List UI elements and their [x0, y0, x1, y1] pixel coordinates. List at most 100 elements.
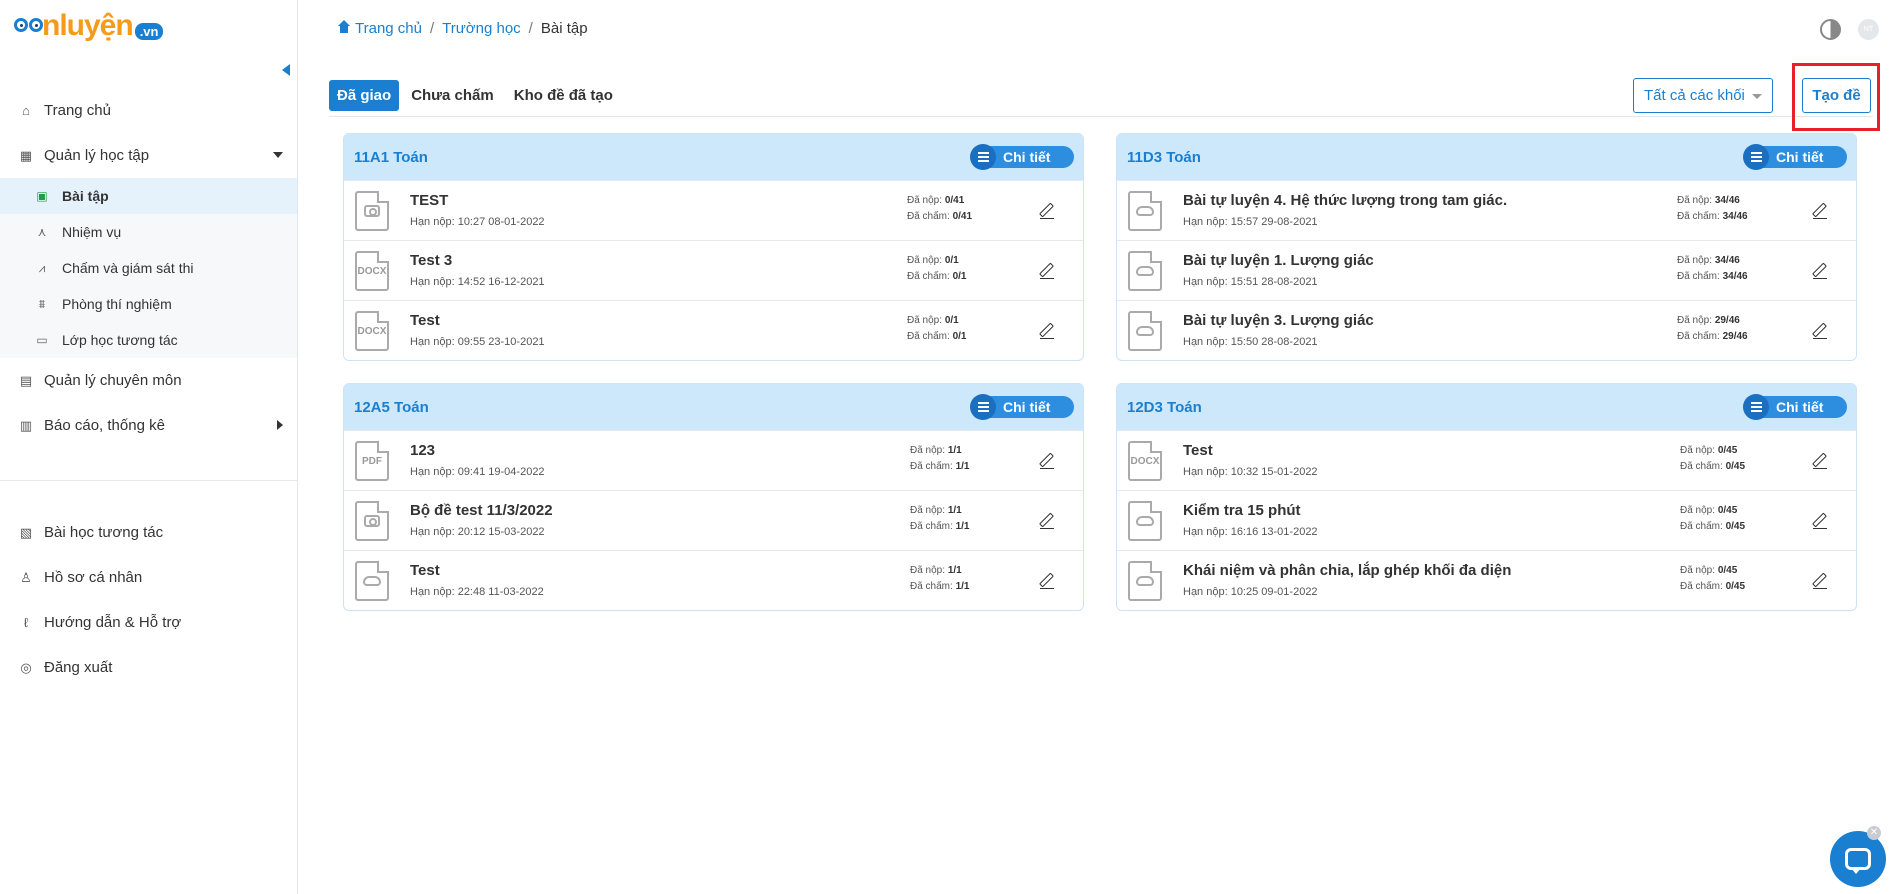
- assignment-title[interactable]: Test: [1183, 442, 1213, 459]
- owl-logo-icon: [12, 11, 46, 41]
- edit-icon[interactable]: [1040, 573, 1054, 589]
- sidebar-item-label: Bài học tương tác: [44, 524, 164, 541]
- class-name[interactable]: 12A5 Toán: [354, 399, 429, 416]
- assignment-row[interactable]: Bài tự luyện 1. Lượng giác Hạn nộp: 15:51…: [1117, 240, 1856, 300]
- assignment-row[interactable]: DOCX Test 3 Hạn nộp: 14:52 16-12-2021 Đã nộ…: [344, 240, 1083, 300]
- grade-select[interactable]: Tất cả các khối: [1633, 78, 1773, 113]
- sidebar-item-help[interactable]: ℓ Hướng dẫn & Hỗ trợ: [0, 600, 297, 645]
- submitted-count: 1/1: [947, 565, 962, 576]
- assignment-title[interactable]: 123: [410, 442, 435, 459]
- tab-ungraded[interactable]: Chưa chấm: [403, 80, 502, 111]
- assignment-row[interactable]: Bài tự luyện 3. Lượng giác Hạn nộp: 15:50…: [1117, 300, 1856, 360]
- avatar[interactable]: NT: [1858, 19, 1879, 40]
- sidebar-item-label: Chấm và giám sát thi: [62, 260, 194, 276]
- chat-close-icon[interactable]: ✕: [1867, 826, 1881, 840]
- thermometer-icon: ℓ: [23, 615, 29, 630]
- assignment-due-date: Hạn nộp: 20:12 15-03-2022: [410, 526, 545, 538]
- edit-icon[interactable]: [1040, 453, 1054, 469]
- sidebar-item-interactive-class[interactable]: ▭ Lớp học tương tác: [0, 322, 297, 358]
- edit-icon[interactable]: [1813, 203, 1827, 219]
- sidebar-item-tasks[interactable]: ⋏ Nhiệm vụ: [0, 214, 297, 250]
- sidebar-item-professional-management[interactable]: ▤ Quản lý chuyên môn: [0, 358, 297, 403]
- assignment-title[interactable]: Kiểm tra 15 phút: [1183, 502, 1301, 519]
- user-icon: ♙: [20, 569, 32, 585]
- graded-count: 0/1: [952, 331, 967, 342]
- collapse-sidebar-icon[interactable]: [282, 64, 290, 76]
- tab-created-bank[interactable]: Kho đề đã tạo: [506, 80, 621, 111]
- lab-icon: ⩩: [38, 296, 46, 311]
- assignment-row[interactable]: DOCX Test Hạn nộp: 09:55 23-10-2021 Đã nộp:…: [344, 300, 1083, 360]
- interactive-class-icon: ▭: [36, 333, 48, 347]
- sidebar-item-profile[interactable]: ♙ Hồ sơ cá nhân: [0, 555, 297, 600]
- sidebar-item-interactive-lessons[interactable]: ▧ Bài học tương tác: [0, 510, 297, 555]
- assignment-due-date: Hạn nộp: 14:52 16-12-2021: [410, 276, 545, 288]
- assignment-row[interactable]: PDF 123 Hạn nộp: 09:41 19-04-2022 Đã nộp: 1…: [344, 430, 1083, 490]
- sidebar-item-home[interactable]: ⌂ Trang chủ: [0, 88, 297, 133]
- breadcrumb-school[interactable]: Trường học: [442, 20, 521, 37]
- sidebar-item-label: Phòng thí nghiệm: [62, 296, 172, 312]
- contrast-toggle-icon[interactable]: [1820, 19, 1841, 40]
- submission-stats: Đã nộp: 29/46 Đã chấm: 29/46: [1677, 315, 1748, 342]
- assignment-row[interactable]: Test Hạn nộp: 22:48 11-03-2022 Đã nộp: 1/1…: [344, 550, 1083, 610]
- submitted-count: 0/45: [1717, 445, 1738, 456]
- class-card: 12D3 Toán Chi tiết DOCX Test Hạn nộp: 10:32 …: [1116, 383, 1857, 611]
- assignment-row[interactable]: DOCX Test Hạn nộp: 10:32 15-01-2022 Đã nộp:…: [1117, 430, 1856, 490]
- assignment-row[interactable]: Kiểm tra 15 phút Hạn nộp: 16:16 13-01-202…: [1117, 490, 1856, 550]
- edit-icon[interactable]: [1040, 513, 1054, 529]
- detail-button[interactable]: Chi tiết: [1743, 394, 1847, 420]
- assignment-title[interactable]: Bài tự luyện 3. Lượng giác: [1183, 312, 1374, 329]
- assignment-row[interactable]: TEST Hạn nộp: 10:27 08-01-2022 Đã nộp: 0/4…: [344, 180, 1083, 240]
- assignment-title[interactable]: TEST: [410, 192, 448, 209]
- breadcrumb-separator: /: [429, 20, 435, 37]
- submission-stats: Đã nộp: 0/1 Đã chấm: 0/1: [907, 255, 967, 282]
- sidebar-nav: ⌂ Trang chủ ▦ Quản lý học tập ▣ Bài tập …: [0, 88, 297, 448]
- edit-icon[interactable]: [1813, 513, 1827, 529]
- grading-icon: ⩘: [38, 260, 46, 275]
- chat-button[interactable]: [1830, 831, 1886, 887]
- assignment-title[interactable]: Bộ đề test 11/3/2022: [410, 502, 553, 519]
- assignment-row[interactable]: Bộ đề test 11/3/2022 Hạn nộp: 20:12 15-03…: [344, 490, 1083, 550]
- assignment-title[interactable]: Khái niệm và phân chia, lắp ghép khối đa…: [1183, 562, 1511, 579]
- sidebar-item-lab[interactable]: ⩩ Phòng thí nghiệm: [0, 286, 297, 322]
- sidebar-item-logout[interactable]: ◎ Đăng xuất: [0, 645, 297, 690]
- home-icon: [337, 20, 351, 33]
- edit-icon[interactable]: [1813, 453, 1827, 469]
- edit-icon[interactable]: [1040, 323, 1054, 339]
- sidebar-item-label: Hướng dẫn & Hỗ trợ: [44, 614, 182, 631]
- class-card-header: 12A5 Toán Chi tiết: [344, 384, 1083, 430]
- edit-icon[interactable]: [1813, 323, 1827, 339]
- detail-button[interactable]: Chi tiết: [1743, 144, 1847, 170]
- edit-icon[interactable]: [1040, 203, 1054, 219]
- class-name[interactable]: 11D3 Toán: [1127, 149, 1201, 166]
- assignment-due-date: Hạn nộp: 10:27 08-01-2022: [410, 216, 545, 228]
- graded-count: 0/45: [1725, 521, 1746, 532]
- edit-icon[interactable]: [1813, 263, 1827, 279]
- class-name[interactable]: 12D3 Toán: [1127, 399, 1202, 416]
- school-icon: ▦: [19, 147, 33, 163]
- sidebar-item-assignments[interactable]: ▣ Bài tập: [0, 178, 297, 214]
- sidebar-item-learning-management[interactable]: ▦ Quản lý học tập: [0, 133, 297, 178]
- tab-assigned[interactable]: Đã giao: [329, 80, 400, 111]
- assignment-due-date: Hạn nộp: 22:48 11-03-2022: [410, 586, 544, 598]
- sidebar-item-grading[interactable]: ⩘ Chấm và giám sát thi: [0, 250, 297, 286]
- edit-icon[interactable]: [1813, 573, 1827, 589]
- assignment-title[interactable]: Test: [410, 562, 440, 579]
- submission-stats: Đã nộp: 0/45 Đã chấm: 0/45: [1680, 505, 1746, 532]
- class-name[interactable]: 11A1 Toán: [354, 149, 428, 166]
- edit-icon[interactable]: [1040, 263, 1054, 279]
- logo[interactable]: nluyện .vn: [12, 6, 164, 46]
- create-exam-button[interactable]: Tạo đề: [1802, 78, 1871, 113]
- assignment-title[interactable]: Bài tự luyện 4. Hệ thức lượng trong tam …: [1183, 192, 1507, 209]
- class-card-header: 12D3 Toán Chi tiết: [1117, 384, 1856, 430]
- chevron-down-icon: [1752, 94, 1762, 99]
- assignment-title[interactable]: Test: [410, 312, 440, 329]
- detail-button[interactable]: Chi tiết: [970, 144, 1074, 170]
- breadcrumb-home[interactable]: Trang chủ: [337, 20, 422, 37]
- assignment-title[interactable]: Bài tự luyện 1. Lượng giác: [1183, 252, 1374, 269]
- detail-button[interactable]: Chi tiết: [970, 394, 1074, 420]
- assignment-row[interactable]: Khái niệm và phân chia, lắp ghép khối đa…: [1117, 550, 1856, 610]
- assignment-row[interactable]: Bài tự luyện 4. Hệ thức lượng trong tam …: [1117, 180, 1856, 240]
- assignment-title[interactable]: Test 3: [410, 252, 452, 269]
- graded-count: 0/45: [1725, 581, 1746, 592]
- sidebar-item-reports[interactable]: ▥ Báo cáo, thống kê: [0, 403, 297, 448]
